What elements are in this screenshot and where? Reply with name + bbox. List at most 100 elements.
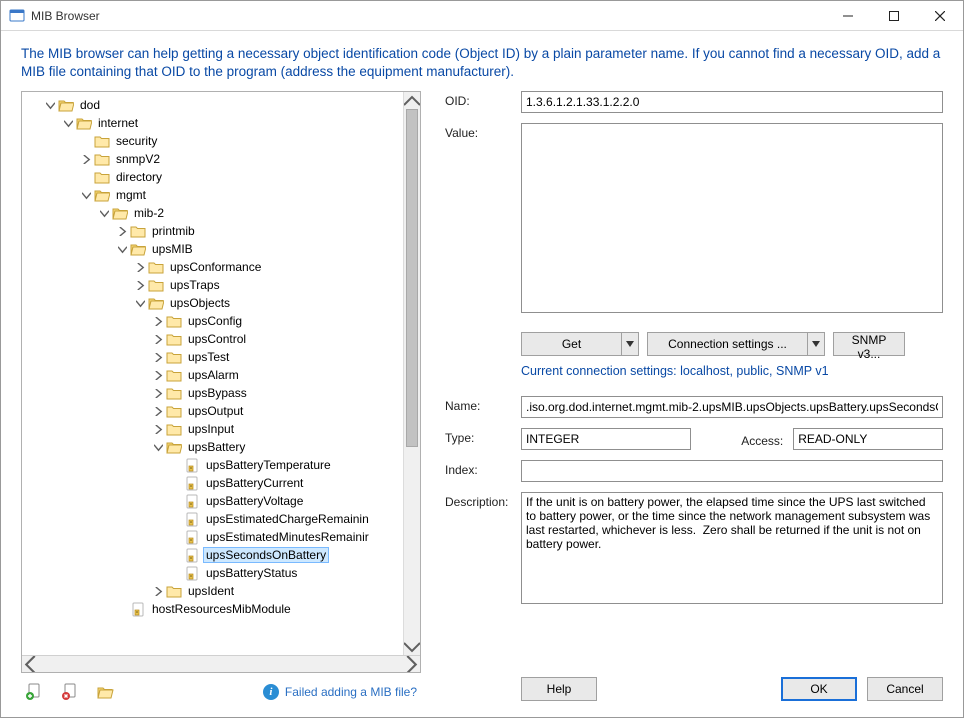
left-pane: dod internet xyxy=(21,91,421,701)
connection-split-button[interactable]: Connection settings ... xyxy=(647,332,825,356)
folder-icon xyxy=(166,332,182,346)
chevron-right-icon[interactable] xyxy=(152,585,164,597)
leaf-icon xyxy=(184,548,200,562)
chevron-down-icon[interactable] xyxy=(116,243,128,255)
chevron-right-icon[interactable] xyxy=(116,225,128,237)
connection-settings-button[interactable]: Connection settings ... xyxy=(647,332,807,356)
get-split-button[interactable]: Get xyxy=(521,332,639,356)
chevron-right-icon[interactable] xyxy=(134,261,146,273)
description-label: Description: xyxy=(445,492,521,509)
oid-input[interactable] xyxy=(521,91,943,113)
value-label: Value: xyxy=(445,123,521,140)
value-textarea[interactable] xyxy=(521,123,943,313)
open-folder-icon[interactable] xyxy=(97,683,115,701)
description-textarea[interactable]: If the unit is on battery power, the ela… xyxy=(521,492,943,604)
cancel-button[interactable]: Cancel xyxy=(867,677,943,701)
tree-node-upstraps[interactable]: upsTraps xyxy=(134,276,416,294)
tree-leaf-hostresourcesmibmodule[interactable]: hostResourcesMibModule xyxy=(116,600,416,618)
tree-node-upsmib[interactable]: upsMIB xyxy=(116,240,416,258)
content: The MIB browser can help getting a neces… xyxy=(1,31,963,717)
tree-leaf-upssecondsonbattery[interactable]: upsSecondsOnBattery xyxy=(170,546,416,564)
tree-node-upsobjects[interactable]: upsObjects xyxy=(134,294,416,312)
scroll-down-icon[interactable] xyxy=(404,638,420,655)
connection-dropdown-icon[interactable] xyxy=(807,332,825,356)
tree-node-upsconformance[interactable]: upsConformance xyxy=(134,258,416,276)
snmp-v3-button[interactable]: SNMP v3... xyxy=(833,332,905,356)
get-button[interactable]: Get xyxy=(521,332,621,356)
tree-leaf-upsbatteryvoltage[interactable]: upsBatteryVoltage xyxy=(170,492,416,510)
tree-horizontal-scrollbar[interactable] xyxy=(22,655,420,672)
chevron-right-icon[interactable] xyxy=(152,351,164,363)
type-label: Type: xyxy=(445,428,521,445)
chevron-right-icon[interactable] xyxy=(152,423,164,435)
leaf-icon xyxy=(184,566,200,580)
folder-open-icon xyxy=(166,440,182,454)
tree-leaf-upsbatterystatus[interactable]: upsBatteryStatus xyxy=(170,564,416,582)
tree-leaf-upsbatterycurrent[interactable]: upsBatteryCurrent xyxy=(170,474,416,492)
chevron-right-icon[interactable] xyxy=(152,387,164,399)
chevron-right-icon[interactable] xyxy=(152,315,164,327)
minimize-button[interactable] xyxy=(825,1,871,31)
tree-node-upsbypass[interactable]: upsBypass xyxy=(152,384,416,402)
tree-node-internet[interactable]: internet xyxy=(62,114,416,132)
chevron-down-icon[interactable] xyxy=(44,99,56,111)
access-field[interactable] xyxy=(793,428,943,450)
folder-icon xyxy=(166,314,182,328)
oid-label: OID: xyxy=(445,91,521,108)
tree-leaf-upsestimatedchargeremaining[interactable]: upsEstimatedChargeRemainin xyxy=(170,510,416,528)
chevron-right-icon[interactable] xyxy=(152,333,164,345)
faq-link[interactable]: i Failed adding a MIB file? xyxy=(263,684,417,700)
tree-node-upsbattery[interactable]: upsBattery xyxy=(152,438,416,456)
tree-node-upsinput[interactable]: upsInput xyxy=(152,420,416,438)
tree-node-upsident[interactable]: upsIdent xyxy=(152,582,416,600)
action-button-bar: Get Connection settings ... SNMP v3... xyxy=(521,332,943,356)
chevron-down-icon[interactable] xyxy=(134,297,146,309)
index-field[interactable] xyxy=(521,460,943,482)
get-dropdown-icon[interactable] xyxy=(621,332,639,356)
ok-button[interactable]: OK xyxy=(781,677,857,701)
tree-node-mib2[interactable]: mib-2 xyxy=(98,204,416,222)
folder-open-icon xyxy=(148,296,164,310)
tree-node-dod[interactable]: dod xyxy=(44,96,416,114)
tree-vertical-scrollbar[interactable] xyxy=(403,92,420,655)
chevron-down-icon[interactable] xyxy=(62,117,74,129)
tree-node-upsalarm[interactable]: upsAlarm xyxy=(152,366,416,384)
scroll-left-icon[interactable] xyxy=(22,656,39,673)
folder-open-icon xyxy=(112,206,128,220)
folder-icon xyxy=(130,224,146,238)
scroll-up-icon[interactable] xyxy=(404,92,420,109)
chevron-down-icon[interactable] xyxy=(98,207,110,219)
tree-node-mgmt[interactable]: mgmt xyxy=(80,186,416,204)
chevron-right-icon[interactable] xyxy=(80,153,92,165)
chevron-right-icon[interactable] xyxy=(152,405,164,417)
tree-node-upsconfig[interactable]: upsConfig xyxy=(152,312,416,330)
type-field[interactable] xyxy=(521,428,691,450)
chevron-right-icon[interactable] xyxy=(134,279,146,291)
help-button[interactable]: Help xyxy=(521,677,597,701)
chevron-down-icon[interactable] xyxy=(152,441,164,453)
tree-node-printmib[interactable]: printmib xyxy=(116,222,416,240)
tree-node-directory[interactable]: directory xyxy=(80,168,416,186)
folder-open-icon xyxy=(94,188,110,202)
tree-leaf-upsbatterytemperature[interactable]: upsBatteryTemperature xyxy=(170,456,416,474)
maximize-button[interactable] xyxy=(871,1,917,31)
tree-leaf-upsestimatedminutesremaining[interactable]: upsEstimatedMinutesRemainir xyxy=(170,528,416,546)
app-icon xyxy=(9,8,25,24)
remove-mib-icon[interactable] xyxy=(61,683,79,701)
add-mib-icon[interactable] xyxy=(25,683,43,701)
body-split: dod internet xyxy=(21,91,943,701)
chevron-right-icon[interactable] xyxy=(152,369,164,381)
close-button[interactable] xyxy=(917,1,963,31)
tree-node-snmpv2[interactable]: snmpV2 xyxy=(80,150,416,168)
name-field[interactable] xyxy=(521,396,943,418)
mib-tree[interactable]: dod internet xyxy=(21,91,421,673)
tree-node-security[interactable]: security xyxy=(80,132,416,150)
tree-node-upsoutput[interactable]: upsOutput xyxy=(152,402,416,420)
mib-browser-window: MIB Browser The MIB browser can help get… xyxy=(0,0,964,718)
scroll-right-icon[interactable] xyxy=(403,656,420,673)
folder-icon xyxy=(94,152,110,166)
tree-node-upscontrol[interactable]: upsControl xyxy=(152,330,416,348)
folder-icon xyxy=(166,422,182,436)
chevron-down-icon[interactable] xyxy=(80,189,92,201)
tree-node-upstest[interactable]: upsTest xyxy=(152,348,416,366)
